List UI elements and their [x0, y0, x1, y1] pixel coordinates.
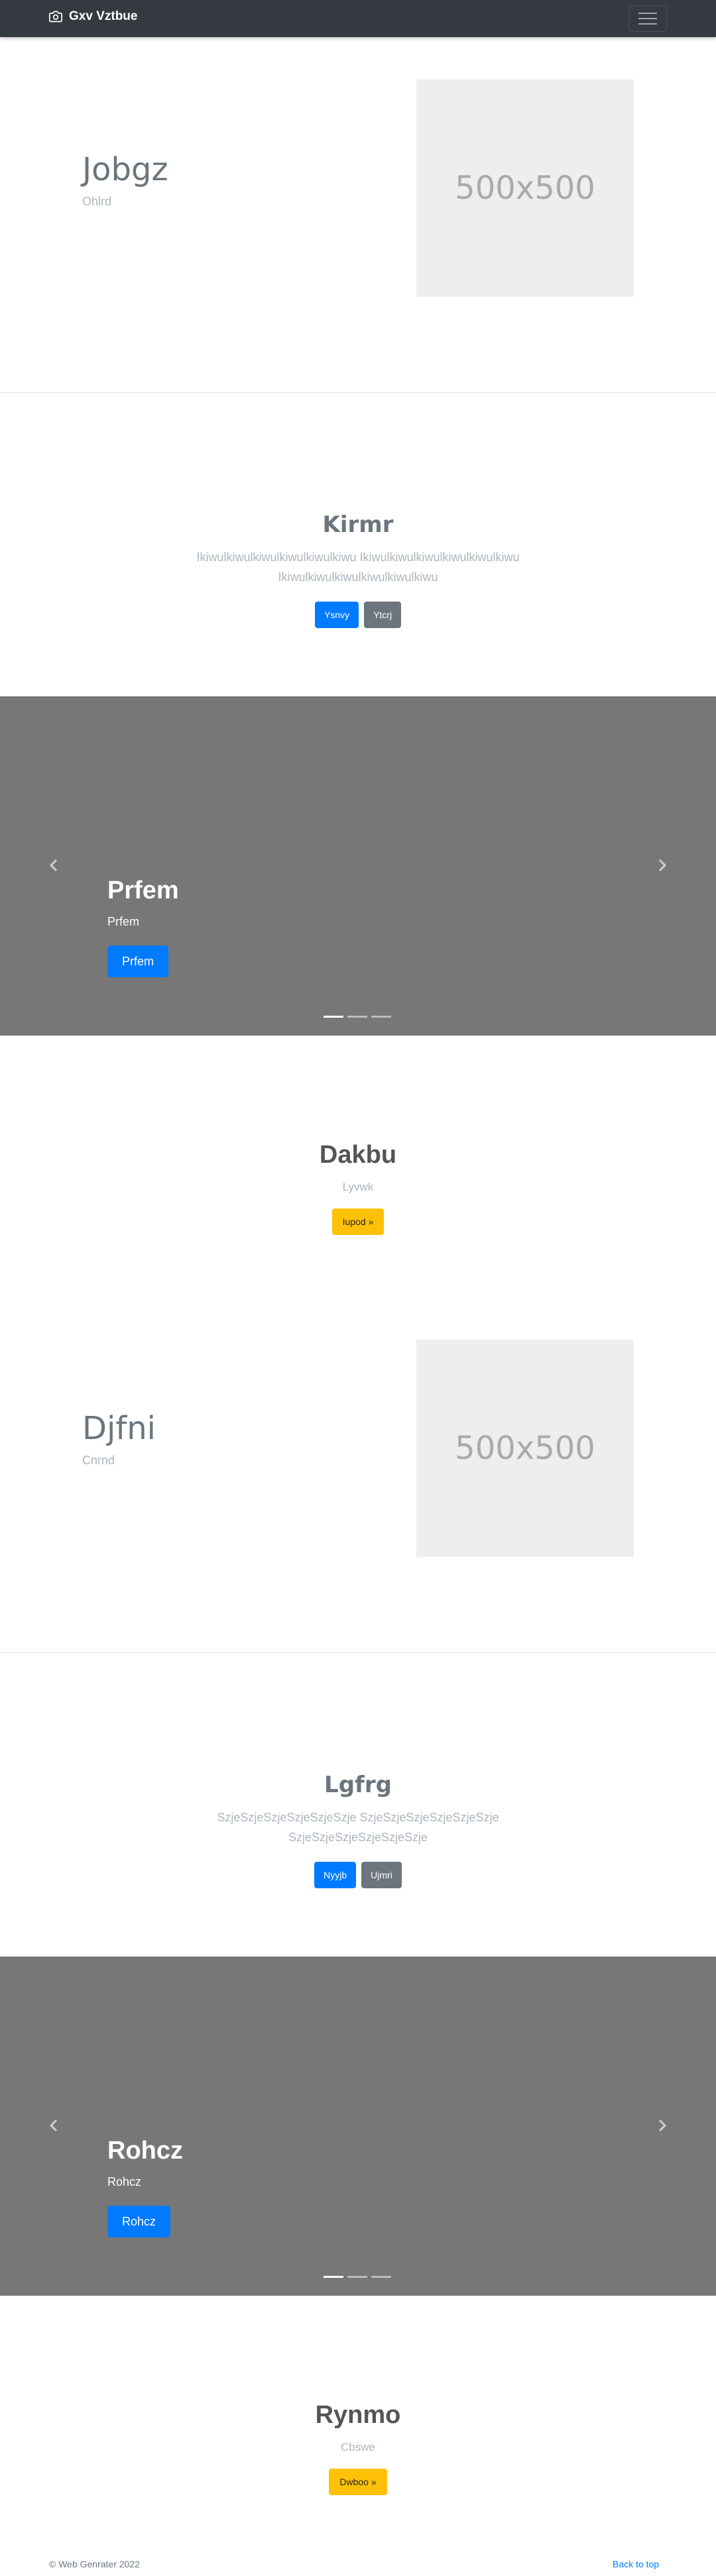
carousel-next-icon[interactable] — [652, 2116, 672, 2135]
carousel-indicator[interactable] — [347, 1016, 367, 1018]
featurette-divider — [0, 392, 716, 393]
featurette-heading: Jobgz — [82, 151, 168, 188]
secondary-button[interactable]: Ujmri — [361, 1862, 402, 1888]
placeholder-image: 500x500 — [416, 1340, 634, 1557]
cta-button-wrap: Dwboo » — [0, 2469, 716, 2495]
carousel-1: Prfem Prfem Prfem — [0, 696, 716, 1036]
carousel-next-icon[interactable] — [652, 855, 672, 875]
carousel-prev-icon[interactable] — [44, 2116, 64, 2135]
carousel-caption: Rohcz — [107, 2175, 142, 2188]
cta-subtitle: Cbswe — [341, 2441, 375, 2453]
primary-button[interactable]: Nyyjb — [314, 1862, 357, 1888]
carousel-heading: Rohcz — [107, 2137, 183, 2165]
primary-button[interactable]: Ysnvy — [314, 602, 359, 628]
cta-title: Dakbu — [319, 1141, 397, 1169]
placeholder-image-label: 500x500 — [455, 170, 595, 207]
carousel-indicators — [324, 1016, 391, 1018]
carousel-indicator[interactable] — [324, 2276, 343, 2278]
cta-subtitle: Lyvwk — [342, 1181, 374, 1193]
carousel-indicator[interactable] — [324, 1016, 343, 1018]
carousel-indicators — [324, 2276, 391, 2278]
jumbotron-lead: Ikiwulkiwulkiwulkiwulkiwulkiwu Ikiwulkiw… — [196, 551, 520, 584]
cta-button[interactable]: Iupod » — [331, 1208, 385, 1235]
carousel-prev-icon[interactable] — [44, 855, 64, 875]
back-to-top-link[interactable]: Back to top — [613, 2559, 659, 2569]
cta-title: Rynmo — [315, 2401, 401, 2429]
carousel-button[interactable]: Prfem — [107, 945, 169, 977]
carousel-2: Rohcz Rohcz Rohcz — [0, 1957, 716, 2296]
carousel-button[interactable]: Rohcz — [107, 2206, 171, 2237]
footer-copyright: © Web Genrater 2022 — [49, 2559, 140, 2569]
carousel-indicator[interactable] — [347, 2276, 367, 2278]
placeholder-image: 500x500 — [416, 80, 634, 297]
carousel-indicator[interactable] — [371, 2276, 391, 2278]
jumbotron-buttons: Nyyjb Ujmri — [0, 1862, 716, 1888]
cta-button[interactable]: Dwboo » — [329, 2469, 387, 2495]
carousel-indicator[interactable] — [371, 1016, 391, 1018]
jumbotron-lead: SzjeSzjeSzjeSzjeSzjeSzje SzjeSzjeSzjeSzj… — [217, 1811, 499, 1844]
featurette-2: Djfni Cnrnd 500x500 — [0, 1259, 716, 1652]
featurette-subheading: Ohlrd — [82, 195, 112, 208]
secondary-button[interactable]: Ytcrj — [364, 602, 402, 628]
featurette-heading: Djfni — [82, 1410, 156, 1447]
jumbotron-title: Lgfrg — [324, 1772, 392, 1798]
jumbotron-buttons: Ysnvy Ytcrj — [0, 602, 716, 628]
featurette-1: Jobgz Ohlrd 500x500 — [0, 0, 716, 392]
carousel-caption: Prfem — [107, 915, 140, 928]
placeholder-image-label: 500x500 — [455, 1430, 595, 1467]
carousel-heading: Prfem — [107, 877, 179, 904]
featurette-subheading: Cnrnd — [82, 1454, 115, 1467]
featurette-divider — [0, 1652, 716, 1653]
cta-button-wrap: Iupod » — [0, 1208, 716, 1235]
jumbotron-title: Kirmr — [322, 511, 394, 538]
